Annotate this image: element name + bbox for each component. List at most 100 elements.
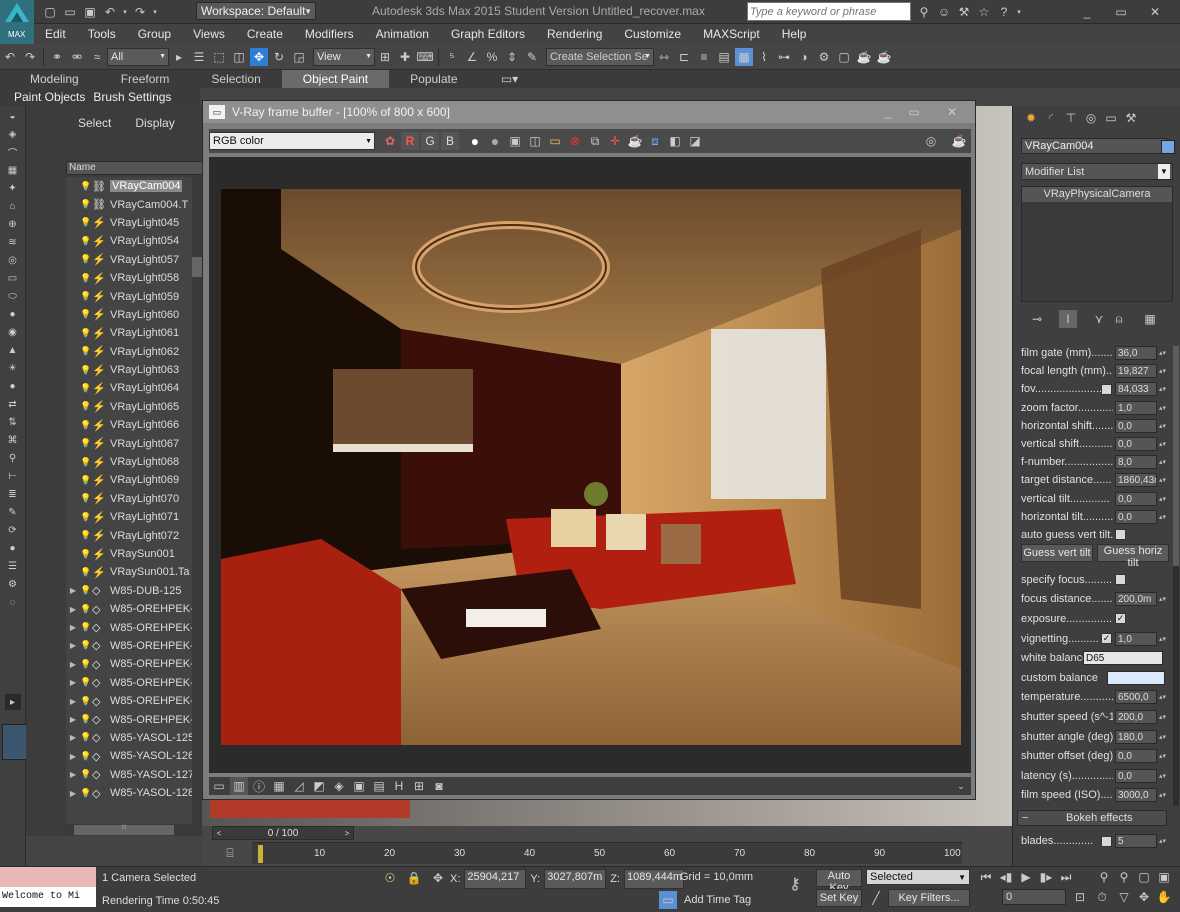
- parameter-checkbox[interactable]: ✓: [1115, 613, 1126, 625]
- visibility-bulb-icon[interactable]: 💡: [80, 604, 92, 615]
- visibility-bulb-icon[interactable]: 💡: [80, 769, 92, 780]
- add-time-tag[interactable]: Add Time Tag: [684, 894, 751, 906]
- mirror-icon[interactable]: ⇿: [655, 48, 673, 66]
- select-and-scale-icon[interactable]: ◲: [290, 48, 308, 66]
- clear-image-icon[interactable]: ⊗: [566, 132, 584, 150]
- unlink-icon[interactable]: ⚮: [68, 48, 86, 66]
- parameter-checkbox[interactable]: [1115, 529, 1126, 541]
- scrollbar-thumb[interactable]: III: [74, 825, 174, 835]
- maximize-icon[interactable]: ▭: [1105, 3, 1137, 21]
- select-and-move-icon[interactable]: ✥: [250, 47, 268, 66]
- mini-curve-editor-icon[interactable]: ⌸: [221, 844, 239, 862]
- window-crossing-icon[interactable]: ◫: [230, 48, 248, 66]
- track-mouse-icon[interactable]: ✛: [606, 132, 624, 150]
- select-by-name-icon[interactable]: ☰: [190, 48, 208, 66]
- monochrome-icon[interactable]: ●: [486, 132, 504, 150]
- tab-modeling[interactable]: Modeling: [0, 70, 100, 88]
- filter-icon[interactable]: ⌘: [5, 432, 21, 448]
- auto-key-button[interactable]: Auto Key: [816, 869, 862, 894]
- load-image-icon[interactable]: ▭: [546, 132, 564, 150]
- bokeh-effects-rollout[interactable]: − Bokeh effects: [1017, 810, 1167, 826]
- expand-arrow-icon[interactable]: ▶: [66, 752, 80, 761]
- undo-icon[interactable]: ↶: [101, 3, 119, 21]
- material-editor-icon[interactable]: ◑: [795, 48, 813, 66]
- parameter-spinner-field[interactable]: 6500,0: [1115, 690, 1157, 705]
- display-tab-icon[interactable]: ▭: [1102, 109, 1120, 127]
- menu-animation[interactable]: Animation: [365, 24, 440, 44]
- object-color-swatch[interactable]: [1161, 140, 1175, 154]
- spinner-arrows-icon[interactable]: ▴▾: [1159, 458, 1167, 466]
- blades-checkbox[interactable]: [1101, 835, 1112, 847]
- visibility-bulb-icon[interactable]: 💡: [80, 236, 92, 247]
- menu-help[interactable]: Help: [771, 24, 818, 44]
- redo-dropdown-icon[interactable]: ▾: [151, 3, 159, 21]
- display-lights-icon[interactable]: ✦: [5, 180, 21, 196]
- tab-select[interactable]: Select: [66, 116, 123, 130]
- remove-modifier-icon[interactable]: ⍝: [1110, 310, 1128, 328]
- sort-icon[interactable]: ⇅: [5, 414, 21, 430]
- track-bar[interactable]: 10 20 30 40 50 60 70 80 90 100: [252, 842, 962, 864]
- visibility-bulb-icon[interactable]: 💡: [80, 328, 92, 339]
- modifier-list-dropdown[interactable]: Modifier List ▼: [1021, 163, 1173, 180]
- zoom-extents-all-icon[interactable]: ▣: [1155, 868, 1173, 886]
- key-tangent-icon[interactable]: ╱: [867, 889, 885, 907]
- zoom-extents-icon[interactable]: ▢: [1135, 868, 1153, 886]
- region-render-icon[interactable]: ⧈: [646, 132, 664, 150]
- display-geometry-icon[interactable]: ◈: [5, 126, 21, 142]
- globe-icon[interactable]: ●: [5, 540, 21, 556]
- guess-horiz-tilt-button[interactable]: Guess horiz tilt: [1097, 544, 1169, 569]
- visibility-bulb-icon[interactable]: 💡: [80, 530, 92, 541]
- visibility-bulb-icon[interactable]: 💡: [80, 714, 92, 725]
- parameter-spinner-field[interactable]: 0,0: [1115, 749, 1157, 764]
- current-frame-marker[interactable]: [258, 845, 263, 863]
- sync-selection-icon[interactable]: ⟳: [5, 522, 21, 538]
- set-key-button[interactable]: Set Key: [816, 889, 862, 907]
- next-key-icon[interactable]: ▮▸: [1037, 868, 1055, 886]
- exposure-icon[interactable]: ◩: [310, 777, 328, 795]
- parameter-spinner-field[interactable]: 0,0: [1115, 418, 1157, 433]
- menu-tools[interactable]: Tools: [77, 24, 127, 44]
- pan-icon[interactable]: ✋: [1155, 888, 1173, 906]
- parameter-spinner-field[interactable]: 1,0: [1115, 631, 1157, 646]
- set-key-icon[interactable]: ⚷: [783, 875, 807, 893]
- tab-freeform[interactable]: Freeform: [100, 70, 191, 88]
- parameter-spinner-field[interactable]: 0,0: [1115, 491, 1157, 506]
- visibility-bulb-icon[interactable]: 💡: [80, 291, 92, 302]
- minimize-icon[interactable]: _: [1071, 3, 1103, 21]
- link-to-render-icon[interactable]: ◧: [666, 132, 684, 150]
- expand-arrow-icon[interactable]: ▶: [66, 789, 80, 798]
- scrollbar-thumb[interactable]: [1173, 346, 1179, 566]
- parameter-spinner-field[interactable]: 36,0: [1115, 346, 1157, 361]
- maximize-icon[interactable]: ▭: [904, 103, 924, 121]
- visibility-bulb-icon[interactable]: 💡: [80, 273, 92, 284]
- scrollbar-thumb[interactable]: [192, 257, 202, 277]
- menu-modifiers[interactable]: Modifiers: [294, 24, 365, 44]
- spinner-arrows-icon[interactable]: ▴▾: [1159, 495, 1167, 503]
- expand-arrow-icon[interactable]: ▶: [66, 697, 80, 706]
- menu-views[interactable]: Views: [182, 24, 236, 44]
- stereo-icon[interactable]: ◙: [430, 777, 448, 795]
- display-xrefs-icon[interactable]: ▭: [5, 270, 21, 286]
- play-icon[interactable]: ▶: [1017, 868, 1035, 886]
- redo-icon[interactable]: ↷: [21, 48, 39, 66]
- menu-graph-editors[interactable]: Graph Editors: [440, 24, 536, 44]
- alpha-channel-icon[interactable]: ●: [466, 132, 484, 150]
- spinner-arrows-icon[interactable]: ▴▾: [1159, 367, 1167, 375]
- expand-arrow-icon[interactable]: ▶: [66, 623, 80, 632]
- spinner-arrows-icon[interactable]: ▴▾: [1159, 752, 1167, 760]
- visibility-bulb-icon[interactable]: 💡: [80, 181, 92, 192]
- parameter-spinner-field[interactable]: 180,0: [1115, 729, 1157, 744]
- visibility-bulb-icon[interactable]: 💡: [80, 383, 92, 394]
- visibility-bulb-icon[interactable]: 💡: [80, 475, 92, 486]
- visibility-bulb-icon[interactable]: 💡: [80, 677, 92, 688]
- display-hidden-icon[interactable]: ☀: [5, 360, 21, 376]
- display-none-icon[interactable]: ◒: [5, 108, 21, 124]
- expand-arrow-icon[interactable]: ▶: [66, 678, 80, 687]
- expand-arrow-icon[interactable]: ▶: [66, 586, 80, 595]
- display-shapes-icon[interactable]: ⌒: [5, 144, 21, 160]
- wrench-icon[interactable]: ⚒: [955, 3, 973, 21]
- display-all-icon[interactable]: ●: [5, 378, 21, 394]
- open-folder-icon[interactable]: ▭: [61, 3, 79, 21]
- parameter-spinner-field[interactable]: 0,0: [1115, 768, 1157, 783]
- parameter-spinner-field[interactable]: 0,0: [1115, 437, 1157, 452]
